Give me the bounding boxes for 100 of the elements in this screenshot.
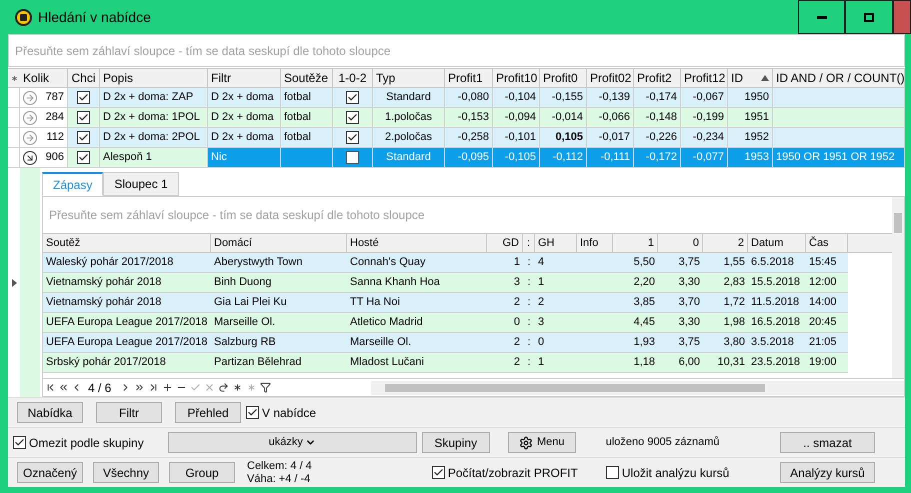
checkbox[interactable] (432, 466, 445, 479)
column-header[interactable]: Profit2 (634, 69, 681, 87)
table-row[interactable]: Vietnamský pohár 2018 Gia Lai Plei Ku TT Ha Noi 2 : 2 3,85 3,70 1,72 11.5.2018 14:00 (43, 293, 848, 313)
table-cell: -0,153 (445, 108, 493, 128)
column-header[interactable]: ID AND / OR / COUNT() (773, 69, 905, 87)
column-header[interactable]: Čas (806, 234, 848, 252)
button[interactable]: .. smazat (780, 432, 875, 453)
table-row[interactable]: 787 D 2x + doma: ZAP D 2x + doma fotbal Standard -0,080 -0,104 -0,155 -0,139 -0,174 -0,067 1950 (8, 88, 905, 108)
table-cell: Alespoň 1 (100, 148, 208, 168)
column-header[interactable]: GD (487, 234, 523, 252)
table-cell: 1953 (728, 148, 773, 168)
column-header[interactable]: 2 (703, 234, 748, 252)
redo-icon[interactable] (218, 382, 230, 393)
tab[interactable]: Sloupec 1 (103, 172, 179, 196)
column-header[interactable]: Soutěže (281, 69, 333, 87)
checkbox[interactable] (77, 111, 90, 124)
table-row[interactable]: UEFA Europa League 2017/2018 Marseille Ol. Atletico Madrid 0 : 3 4,45 3,30 1,98 16.5.2018 20:45 (43, 313, 848, 333)
column-header[interactable]: Profit10 (493, 69, 540, 87)
column-header[interactable]: 1 (613, 234, 658, 252)
table-row[interactable]: 284 D 2x + doma: 1POL D 2x + doma fotbal 1.poločas -0,153 -0,094 -0,014 -0,066 -0,148 -0,199 1951 (8, 108, 905, 128)
previous-page-icon[interactable] (58, 382, 69, 393)
table-cell: 2 (487, 353, 523, 373)
column-header[interactable]: Filtr (208, 69, 281, 87)
table-cell: -0,111 (587, 148, 634, 168)
button[interactable]: Nabídka (17, 402, 83, 423)
checkbox[interactable] (346, 151, 359, 164)
button[interactable]: Filtr (96, 402, 162, 423)
column-header[interactable]: Profit02 (587, 69, 634, 87)
button[interactable]: Group (169, 462, 235, 483)
button[interactable]: Označený (17, 462, 83, 483)
column-header[interactable]: Profit1 (445, 69, 493, 87)
table-cell: -0,104 (493, 88, 540, 108)
horizontal-scrollbar[interactable] (371, 380, 904, 394)
checkbox[interactable] (606, 466, 619, 479)
checkbox[interactable] (77, 151, 90, 164)
column-header[interactable]: Popis (100, 69, 208, 87)
button[interactable]: Všechny (93, 462, 159, 483)
plus-icon[interactable] (162, 382, 174, 393)
column-header[interactable]: Domácí (211, 234, 347, 252)
column-header[interactable]: Kolik (20, 69, 68, 87)
column-header[interactable]: GH (535, 234, 577, 252)
table-row[interactable]: Srbský pohár 2017/2018 Partizan Bělehrad Mladost Lučani 2 : 1 1,18 6,00 10,31 23.5.2018 19:00 (43, 353, 848, 373)
table-cell: fotbal (281, 108, 333, 128)
check-icon[interactable] (190, 382, 202, 393)
menu-button[interactable]: Menu (508, 432, 576, 453)
column-header[interactable]: : (523, 234, 535, 252)
table-cell: -0,112 (540, 148, 587, 168)
checkbox[interactable] (13, 436, 26, 449)
table-cell: Standard (373, 88, 445, 108)
column-header[interactable]: 1-0-2 (333, 69, 373, 87)
record-position: 4 / 6 (88, 380, 112, 396)
column-header[interactable]: Soutěž (43, 234, 211, 252)
minimize-button[interactable] (798, 0, 845, 34)
column-header[interactable]: Profit12 (681, 69, 728, 87)
column-header[interactable]: Chci (68, 69, 100, 87)
total-text: Celkem: 4 / 4 (247, 460, 312, 472)
table-cell: -0,258 (445, 128, 493, 148)
button[interactable]: Analýzy kursů (780, 462, 875, 483)
column-header[interactable]: Profit0 (540, 69, 587, 87)
table-row[interactable]: Vietnamský pohár 2018 Binh Duong Sanna Khanh Hoa 3 : 1 2,20 3,30 2,83 15.5.2018 12:00 (43, 273, 848, 293)
table-cell: 1.poločas (373, 108, 445, 128)
column-header[interactable]: Typ (373, 69, 445, 87)
column-header[interactable]: Hosté (347, 234, 487, 252)
last-icon[interactable] (148, 382, 160, 393)
filter-icon[interactable] (260, 382, 272, 393)
checkbox[interactable] (346, 91, 359, 104)
vertical-scrollbar[interactable] (892, 197, 904, 378)
checkbox[interactable] (246, 406, 259, 419)
checkbox[interactable] (346, 111, 359, 124)
kolik-cell: 906 (20, 148, 68, 168)
first-icon[interactable] (45, 382, 56, 393)
tab[interactable]: Zápasy (42, 172, 104, 196)
table-cell: Nic (208, 148, 281, 168)
table-cell: 23.5.2018 (748, 353, 806, 373)
table-cell: -0,080 (445, 88, 493, 108)
table-cell: -0,226 (634, 128, 681, 148)
window-title: Hledání v nabídce (38, 8, 151, 26)
column-header[interactable]: Datum (748, 234, 806, 252)
button[interactable]: Přehled (175, 402, 241, 423)
next-page-icon[interactable] (134, 382, 146, 393)
column-header[interactable]: ID (728, 69, 773, 87)
asterisk-icon[interactable] (232, 382, 244, 393)
table-cell: -0,077 (681, 148, 728, 168)
column-header[interactable]: Info (577, 234, 613, 252)
group-dropdown[interactable]: ukázky (168, 432, 417, 453)
close-button[interactable] (893, 0, 911, 34)
table-row[interactable]: UEFA Europa League 2017/2018 Salzburg RB Marseille Ol. 2 : 0 1,93 3,75 3,80 3.5.2018 21:05 (43, 333, 848, 353)
maximize-button[interactable] (845, 0, 893, 34)
button[interactable]: Skupiny (422, 432, 490, 453)
table-row[interactable]: 112 D 2x + doma: 2POL D 2x + doma fotbal 2.poločas -0,258 -0,101 0,105 -0,017 -0,226 -0,234 1952 (8, 128, 905, 148)
column-header[interactable]: 0 (658, 234, 703, 252)
table-cell: 1 (535, 353, 577, 373)
checkbox[interactable] (77, 91, 90, 104)
table-cell: -0,101 (493, 128, 540, 148)
table-row[interactable]: 906 Alespoň 1 Nic Standard -0,095 -0,105 -0,112 -0,111 -0,172 -0,077 1953 1950 OR 1951 OR 1952 (8, 148, 905, 168)
table-row[interactable]: Waleský pohár 2017/2018 Aberystwyth Town Connah's Quay 1 : 4 5,50 3,75 1,55 6.5.2018 15:45 (43, 253, 848, 273)
checkbox[interactable] (346, 131, 359, 144)
table-cell: -0,094 (493, 108, 540, 128)
checkbox[interactable] (77, 131, 90, 144)
table-cell: -0,014 (540, 108, 587, 128)
